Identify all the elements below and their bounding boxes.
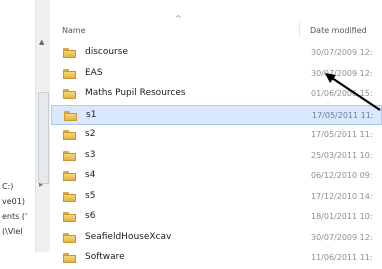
nav-item-volume[interactable]: ve01) (2, 197, 25, 206)
column-header-name[interactable]: Name (62, 26, 86, 35)
list-item[interactable]: s6 18/01/2011 10: (51, 207, 382, 228)
folder-icon (63, 150, 76, 161)
file-name: EAS (85, 67, 103, 78)
list-item[interactable]: discourse 30/07/2009 12: (51, 43, 382, 64)
list-item[interactable]: s5 17/12/2010 14: (51, 187, 382, 208)
file-date: 18/01/2011 10: (311, 212, 373, 221)
nav-item-documents[interactable]: ents (' (2, 212, 27, 221)
list-item[interactable]: SeafieldHouseXcav 30/07/2009 12: (51, 228, 382, 249)
column-header-date-modified[interactable]: Date modified (310, 26, 367, 35)
folder-icon (63, 130, 76, 140)
tree-expand-icon[interactable]: ▸ (39, 180, 43, 189)
file-name: s6 (85, 211, 96, 221)
folder-icon (63, 212, 76, 222)
nav-item-drive-c[interactable]: C:) (2, 182, 13, 191)
file-date: 25/03/2011 10: (311, 150, 373, 160)
navigation-pane: C:) ve01) ents (' (\Viel (0, 0, 35, 252)
file-name: SeafieldHouseXcav (85, 231, 172, 242)
mouse-pointer-arrow-icon (325, 73, 381, 111)
file-date: 30/07/2009 12: (311, 232, 373, 242)
list-item[interactable]: s4 06/12/2010 09: (51, 166, 382, 187)
scroll-up-arrow-icon[interactable]: ▲ (39, 38, 44, 46)
file-date: 17/12/2010 14: (311, 191, 373, 201)
file-date: 17/05/2011 11: (311, 130, 373, 139)
folder-icon (63, 48, 76, 58)
scrollbar-thumb[interactable] (38, 92, 49, 184)
nav-item-network[interactable]: (\Viel (2, 227, 22, 236)
list-item[interactable]: Software 11/06/2011 11: (51, 248, 382, 269)
file-date: 11/06/2011 11: (311, 253, 373, 262)
file-name: s3 (85, 149, 96, 160)
file-name: s1 (86, 109, 97, 120)
folder-icon (63, 191, 76, 202)
column-header-bar: Name ^ Date modified (51, 14, 382, 40)
file-name: Maths Pupil Resources (85, 88, 186, 98)
file-name: discourse (85, 47, 128, 57)
list-item[interactable]: s2 17/05/2011 11: (51, 125, 382, 146)
folder-icon (63, 232, 76, 243)
file-date: 30/07/2009 12: (311, 48, 373, 57)
file-name: s2 (85, 129, 96, 139)
file-name: s4 (85, 170, 96, 180)
folder-icon (63, 68, 76, 79)
sort-caret-icon: ^ (175, 14, 182, 23)
folder-icon (63, 89, 76, 99)
folder-icon (63, 171, 76, 181)
folder-icon (64, 110, 77, 121)
file-date: 06/12/2010 09: (311, 171, 373, 180)
file-name: Software (85, 252, 125, 262)
column-separator[interactable] (299, 22, 300, 38)
list-item[interactable]: s3 25/03/2011 10: (51, 146, 382, 167)
file-name: s5 (85, 190, 96, 201)
folder-icon (63, 253, 76, 263)
